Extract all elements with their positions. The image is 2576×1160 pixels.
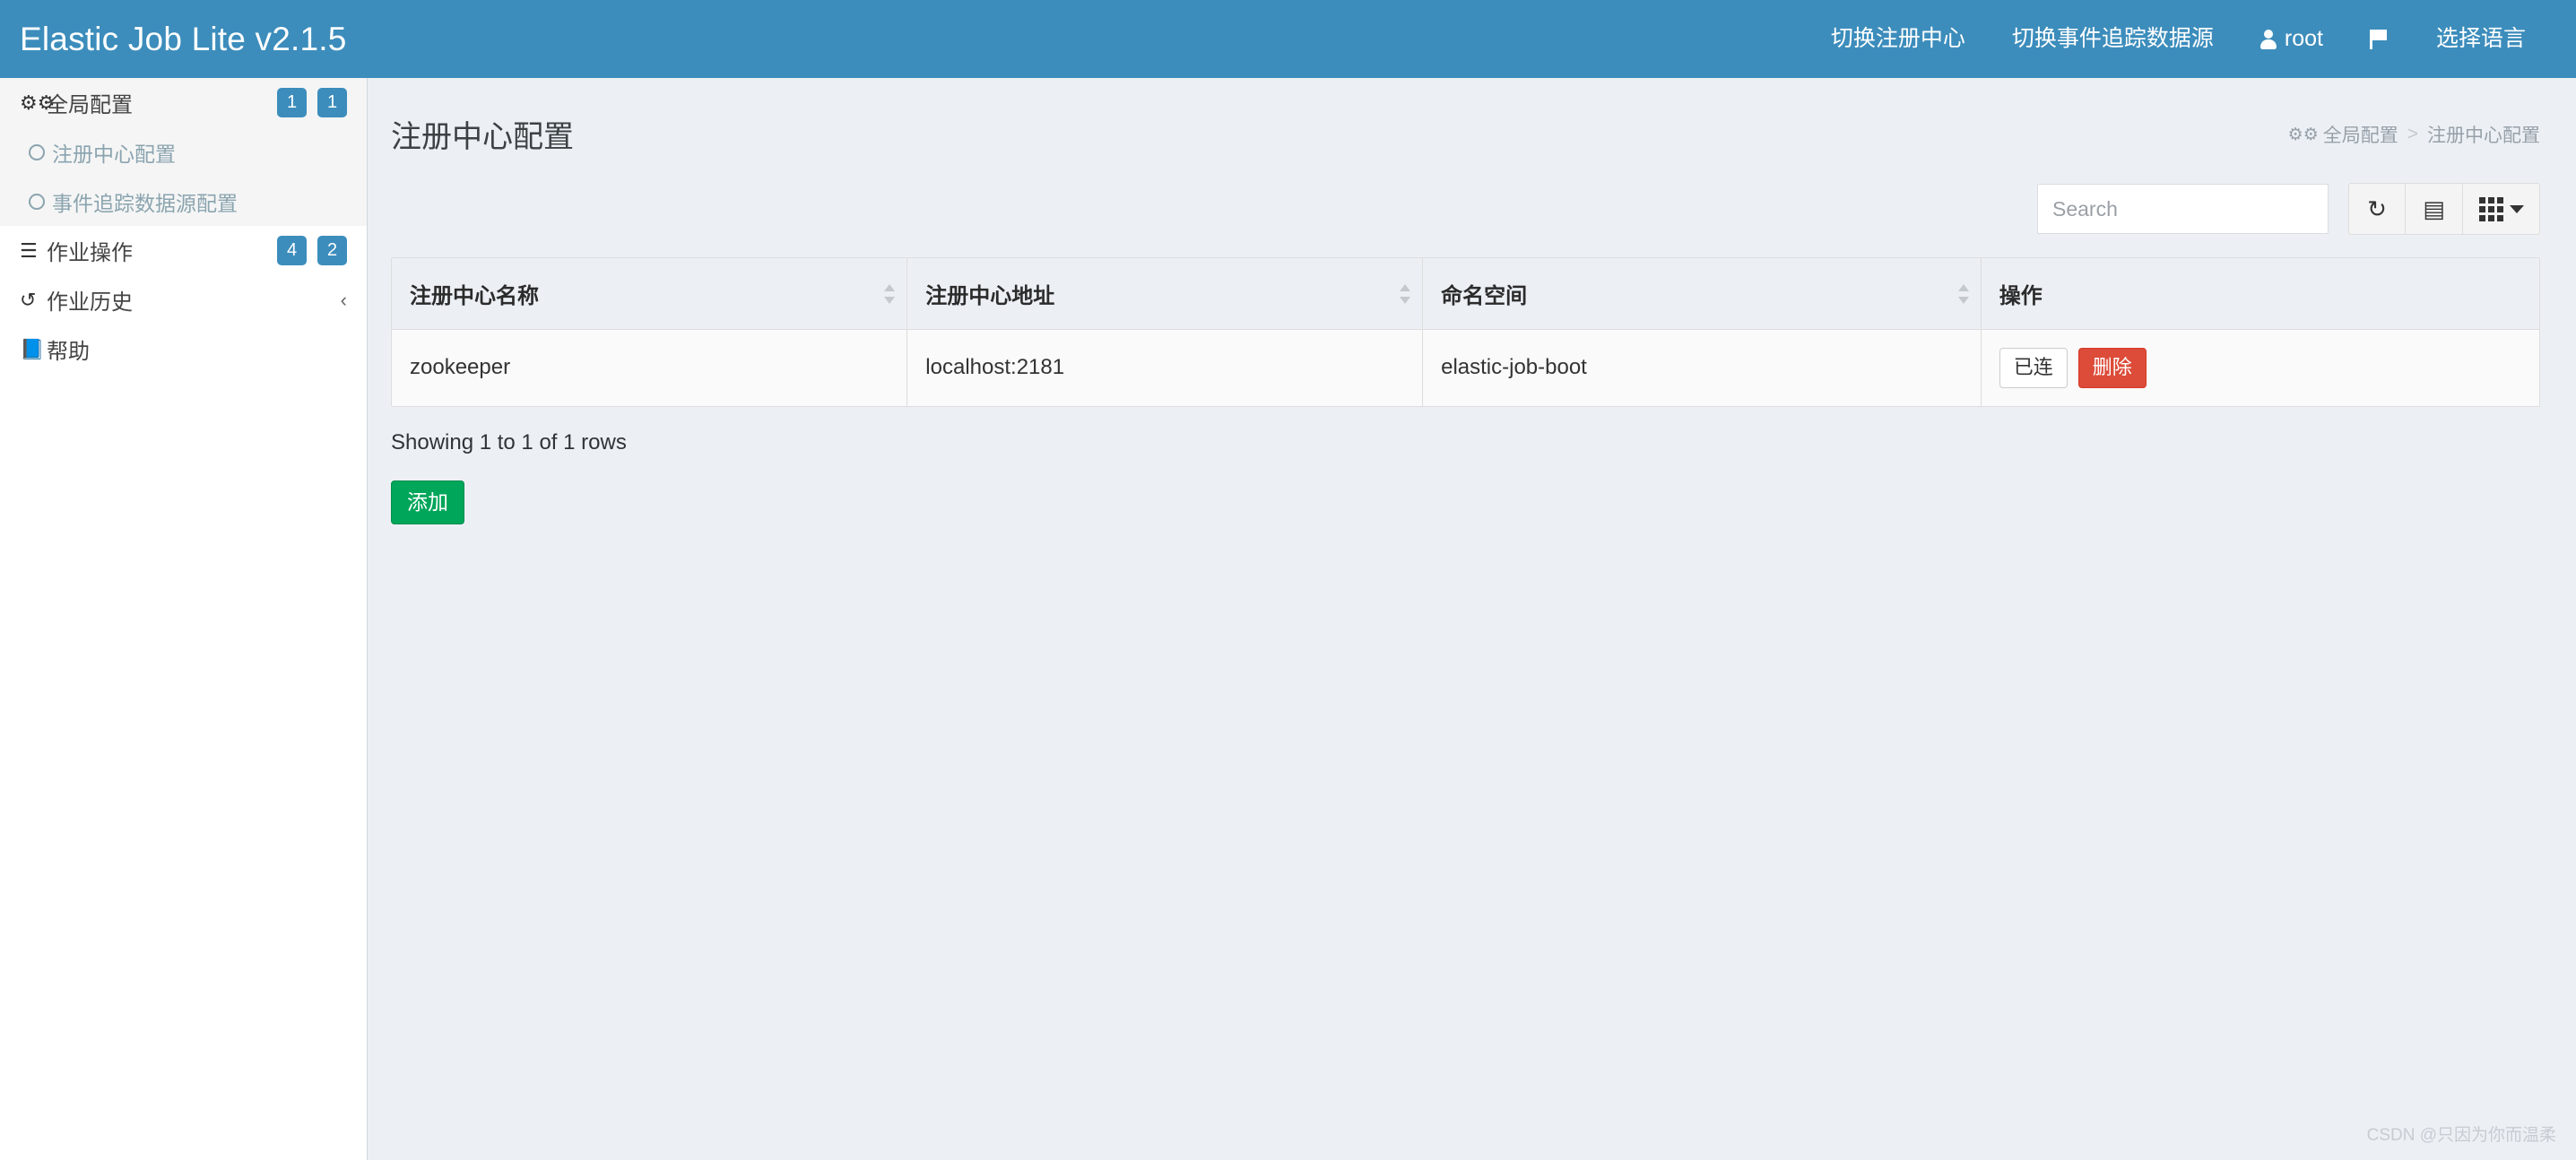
breadcrumb-root[interactable]: ⚙⚙ 全局配置 — [2288, 121, 2398, 148]
sidebar-item-global-config-label: 全局配置 — [47, 93, 133, 117]
grid-columns-icon — [2478, 196, 2503, 221]
content-header: 注册中心配置 ⚙⚙ 全局配置 > 注册中心配置 — [369, 78, 2576, 156]
sidebar-badge-global-config-1: 1 — [277, 88, 307, 117]
cell-name: zookeeper — [392, 329, 908, 406]
watermark: CSDN @只因为你而温柔 — [2366, 1126, 2556, 1145]
column-header-namespace[interactable]: 命名空间 — [1422, 258, 1982, 330]
sidebar-item-registry-config[interactable]: 注册中心配置 — [0, 127, 367, 177]
sidebar-badge-job-operation-1: 4 — [277, 236, 307, 265]
table-head: 注册中心名称 注册中心地址 命名空间 操作 — [392, 258, 2539, 330]
search-input[interactable] — [2037, 184, 2329, 234]
sidebar: ⚙⚙ 全局配置 1 1 注册中心配置 事件追踪数据源配置 ☰ 作业操作 4 2 … — [0, 78, 368, 1160]
row-action-buttons: 已连 删除 — [1999, 348, 2521, 388]
toolbar-button-group: ↻ ▤ — [2348, 183, 2540, 235]
connect-status-button[interactable]: 已连 — [1999, 348, 2068, 388]
column-header-operation-label: 操作 — [1999, 284, 2043, 308]
refresh-icon: ↻ — [2367, 195, 2387, 222]
sidebar-item-help[interactable]: 📘 帮助 — [0, 325, 367, 374]
table-header-row: 注册中心名称 注册中心地址 命名空间 操作 — [392, 258, 2539, 330]
flag-icon — [2369, 28, 2390, 51]
refresh-button[interactable]: ↻ — [2348, 183, 2406, 235]
app-root: Elastic Job Lite v2.1.5 切换注册中心 切换事件追踪数据源… — [0, 0, 2576, 1160]
breadcrumb-root-label: 全局配置 — [2322, 126, 2398, 146]
sidebar-badge-global-config-2: 1 — [317, 88, 347, 117]
add-button-container: 添加 — [391, 480, 2540, 525]
sidebar-item-event-trace-datasource-config[interactable]: 事件追踪数据源配置 — [0, 177, 367, 226]
top-header: Elastic Job Lite v2.1.5 切换注册中心 切换事件追踪数据源… — [0, 0, 2576, 78]
table-toolbar: ↻ ▤ — [369, 156, 2576, 235]
gears-icon: ⚙⚙ — [2287, 125, 2319, 144]
nav-switch-registry-label: 切换注册中心 — [1830, 26, 1965, 51]
sidebar-item-help-label: 帮助 — [47, 340, 90, 364]
nav-username-label: root — [2284, 26, 2323, 51]
cell-namespace: elastic-job-boot — [1422, 329, 1982, 406]
list-icon: ☰ — [20, 238, 38, 262]
column-header-address-label: 注册中心地址 — [925, 284, 1055, 308]
column-header-operation[interactable]: 操作 — [1981, 258, 2539, 330]
top-navigation: 切换注册中心 切换事件追踪数据源 root 选择语言 — [368, 0, 2576, 78]
book-icon: 📘 — [20, 337, 45, 360]
column-header-name-label: 注册中心名称 — [410, 284, 539, 308]
history-icon: ↺ — [20, 288, 37, 311]
breadcrumb-current: 注册中心配置 — [2427, 126, 2540, 146]
gears-icon: ⚙⚙ — [20, 91, 56, 114]
data-table-container: 注册中心名称 注册中心地址 命名空间 操作 zookeeper localhos… — [391, 257, 2540, 407]
cell-operation: 已连 删除 — [1981, 329, 2539, 406]
brand-title: Elastic Job Lite v2.1.5 — [20, 20, 347, 57]
main-content: 注册中心配置 ⚙⚙ 全局配置 > 注册中心配置 ↻ ▤ — [369, 78, 2576, 1160]
delete-button[interactable]: 删除 — [2077, 348, 2147, 388]
sidebar-item-job-operation[interactable]: ☰ 作业操作 4 2 — [0, 226, 367, 275]
chevron-left-icon: ‹ — [340, 288, 347, 311]
chevron-down-icon — [2509, 204, 2524, 213]
add-button[interactable]: 添加 — [391, 480, 464, 525]
nav-select-language-label: 选择语言 — [2435, 26, 2526, 51]
table-row: zookeeper localhost:2181 elastic-job-boo… — [392, 329, 2539, 406]
nav-user-menu[interactable]: root — [2237, 0, 2346, 78]
sidebar-item-global-config[interactable]: ⚙⚙ 全局配置 1 1 — [0, 78, 367, 127]
page-title: 注册中心配置 — [391, 120, 574, 154]
nav-switch-event-trace-datasource[interactable]: 切换事件追踪数据源 — [1989, 0, 2237, 78]
cell-address: localhost:2181 — [906, 329, 1424, 406]
list-view-icon: ▤ — [2423, 195, 2445, 222]
table-body: zookeeper localhost:2181 elastic-job-boo… — [392, 329, 2539, 406]
sort-icon — [884, 282, 896, 306]
sidebar-item-job-operation-label: 作业操作 — [47, 241, 133, 265]
toggle-view-button[interactable]: ▤ — [2406, 183, 2463, 235]
sidebar-item-event-trace-datasource-config-label: 事件追踪数据源配置 — [52, 191, 238, 215]
nav-switch-registry[interactable]: 切换注册中心 — [1808, 0, 1989, 78]
sort-icon — [1957, 282, 1969, 306]
column-header-name[interactable]: 注册中心名称 — [392, 258, 908, 330]
nav-switch-event-trace-datasource-label: 切换事件追踪数据源 — [2011, 26, 2214, 51]
column-header-address[interactable]: 注册中心地址 — [906, 258, 1424, 330]
pagination-summary: Showing 1 to 1 of 1 rows — [391, 429, 627, 454]
sidebar-badge-job-operation-2: 2 — [317, 236, 347, 265]
circle-icon — [29, 193, 45, 210]
breadcrumb: ⚙⚙ 全局配置 > 注册中心配置 — [2288, 112, 2540, 148]
nav-flag-button[interactable] — [2346, 0, 2413, 78]
circle-icon — [29, 143, 45, 160]
column-header-namespace-label: 命名空间 — [1441, 284, 1528, 308]
columns-dropdown-button[interactable] — [2463, 183, 2540, 235]
registry-center-table: 注册中心名称 注册中心地址 命名空间 操作 zookeeper localhos… — [392, 258, 2539, 406]
sidebar-section-global-config: ⚙⚙ 全局配置 1 1 注册中心配置 事件追踪数据源配置 — [0, 78, 367, 226]
user-icon — [2259, 29, 2277, 50]
sort-icon — [1400, 282, 1411, 306]
breadcrumb-separator: > — [2407, 124, 2418, 144]
sidebar-item-registry-config-label: 注册中心配置 — [52, 142, 176, 166]
nav-select-language[interactable]: 选择语言 — [2413, 0, 2549, 78]
sidebar-item-job-history-label: 作业历史 — [47, 290, 133, 315]
sidebar-item-job-history[interactable]: ↺ 作业历史 ‹ — [0, 275, 367, 325]
